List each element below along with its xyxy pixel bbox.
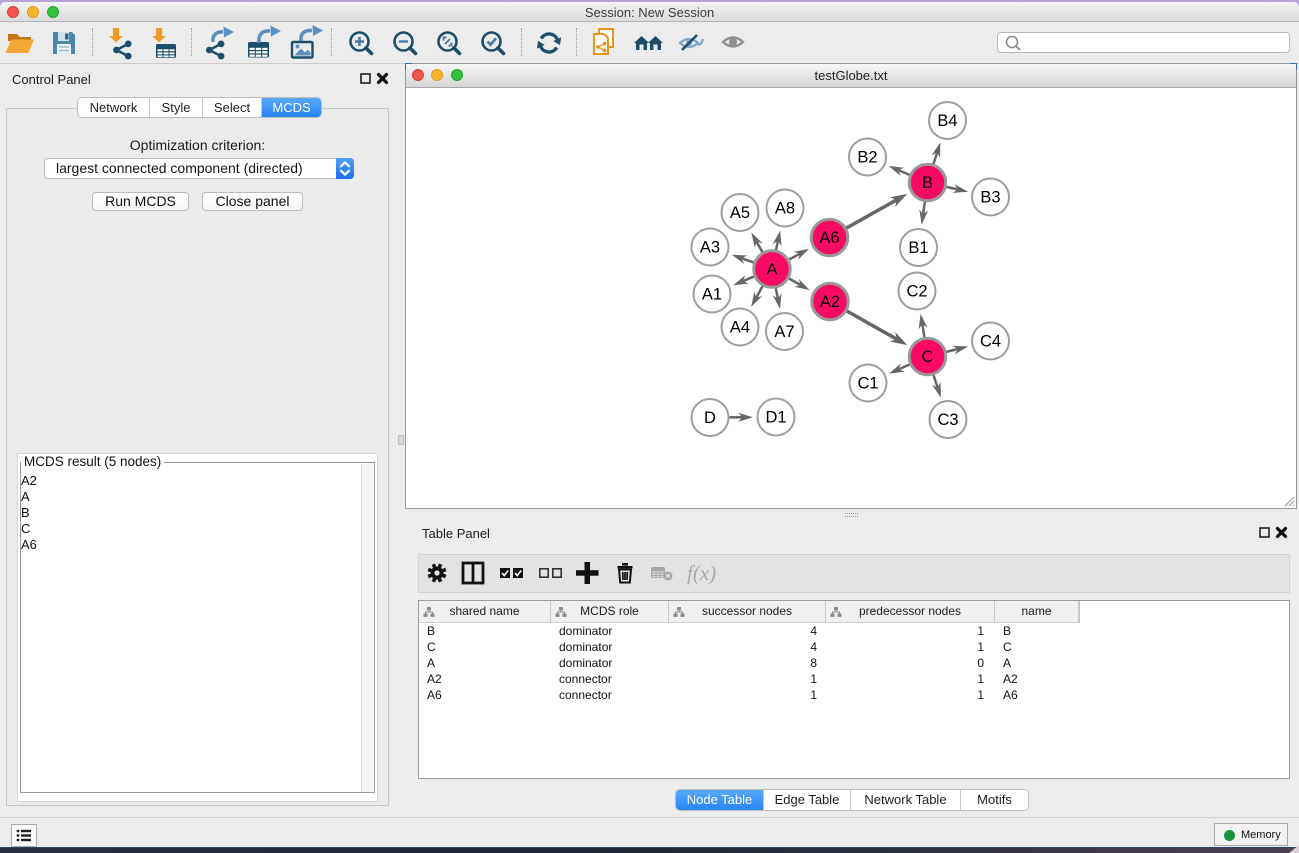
svg-text:B1: B1 xyxy=(908,239,928,257)
svg-text:C4: C4 xyxy=(980,333,1001,351)
svg-text:B3: B3 xyxy=(980,189,1000,207)
svg-text:A1: A1 xyxy=(702,286,722,304)
svg-text:D: D xyxy=(704,409,716,427)
svg-text:C2: C2 xyxy=(906,283,927,301)
svg-text:A2: A2 xyxy=(820,293,840,311)
svg-text:B2: B2 xyxy=(857,149,877,167)
svg-text:A4: A4 xyxy=(730,319,750,337)
svg-text:A8: A8 xyxy=(775,200,795,218)
svg-text:C1: C1 xyxy=(857,375,878,393)
svg-text:A7: A7 xyxy=(774,323,794,341)
svg-text:C3: C3 xyxy=(937,411,958,429)
svg-text:A3: A3 xyxy=(700,239,720,257)
svg-text:B: B xyxy=(922,174,933,192)
svg-text:A: A xyxy=(766,261,777,279)
svg-text:A6: A6 xyxy=(819,229,839,247)
svg-text:B4: B4 xyxy=(937,112,957,130)
svg-text:D1: D1 xyxy=(765,409,786,427)
svg-text:C: C xyxy=(922,348,934,366)
svg-text:A5: A5 xyxy=(730,204,750,222)
